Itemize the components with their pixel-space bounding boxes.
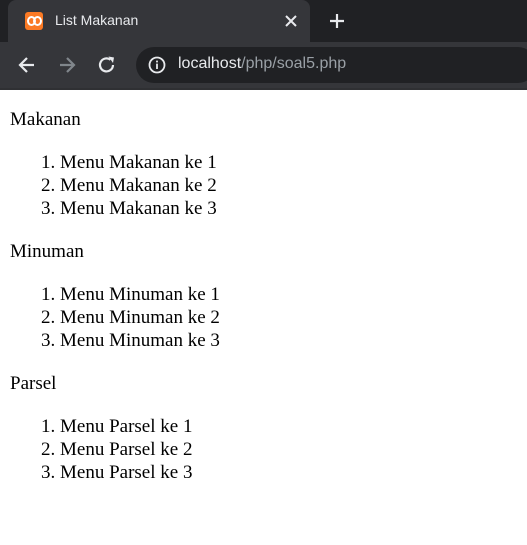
address-bar[interactable]: localhost/php/soal5.php: [136, 47, 527, 83]
browser-toolbar: localhost/php/soal5.php: [0, 42, 527, 88]
close-icon[interactable]: [281, 11, 301, 31]
list-item: Menu Parsel ke 1: [60, 415, 520, 438]
list-item: Menu Minuman ke 1: [60, 283, 520, 306]
ordered-list: Menu Minuman ke 1 Menu Minuman ke 2 Menu…: [10, 283, 520, 352]
plus-icon[interactable]: [327, 11, 347, 31]
arrow-left-icon[interactable]: [16, 54, 38, 76]
list-item: Menu Makanan ke 2: [60, 174, 520, 197]
url-text: localhost/php/soal5.php: [178, 55, 346, 73]
section-label: Makanan: [10, 109, 81, 130]
section-makanan: Makanan Menu Makanan ke 1 Menu Makanan k…: [10, 108, 520, 220]
ordered-list: Menu Makanan ke 1 Menu Makanan ke 2 Menu…: [10, 151, 520, 220]
list-item: Menu Minuman ke 3: [60, 329, 520, 352]
xampp-icon: [25, 12, 43, 30]
reload-icon[interactable]: [96, 54, 118, 76]
active-tab[interactable]: List Makanan: [8, 0, 310, 42]
list-item: Menu Parsel ke 3: [60, 461, 520, 484]
section-label: Parsel: [10, 373, 57, 394]
tab-strip: List Makanan: [0, 0, 527, 42]
url-path: /php/soal5.php: [241, 55, 347, 72]
list-item: Menu Parsel ke 2: [60, 438, 520, 461]
list-item: Menu Makanan ke 3: [60, 197, 520, 220]
section-parsel: Parsel Menu Parsel ke 1 Menu Parsel ke 2…: [10, 372, 520, 484]
page-content: Makanan Menu Makanan ke 1 Menu Makanan k…: [10, 108, 520, 504]
list-item: Menu Makanan ke 1: [60, 151, 520, 174]
section-minuman: Minuman Menu Minuman ke 1 Menu Minuman k…: [10, 240, 520, 352]
section-label: Minuman: [10, 241, 84, 262]
info-icon[interactable]: [148, 56, 166, 74]
tab-title: List Makanan: [55, 12, 139, 28]
list-item: Menu Minuman ke 2: [60, 306, 520, 329]
url-host: localhost: [178, 55, 242, 72]
toolbar-divider: [0, 88, 527, 90]
arrow-right-icon[interactable]: [56, 54, 78, 76]
ordered-list: Menu Parsel ke 1 Menu Parsel ke 2 Menu P…: [10, 415, 520, 484]
